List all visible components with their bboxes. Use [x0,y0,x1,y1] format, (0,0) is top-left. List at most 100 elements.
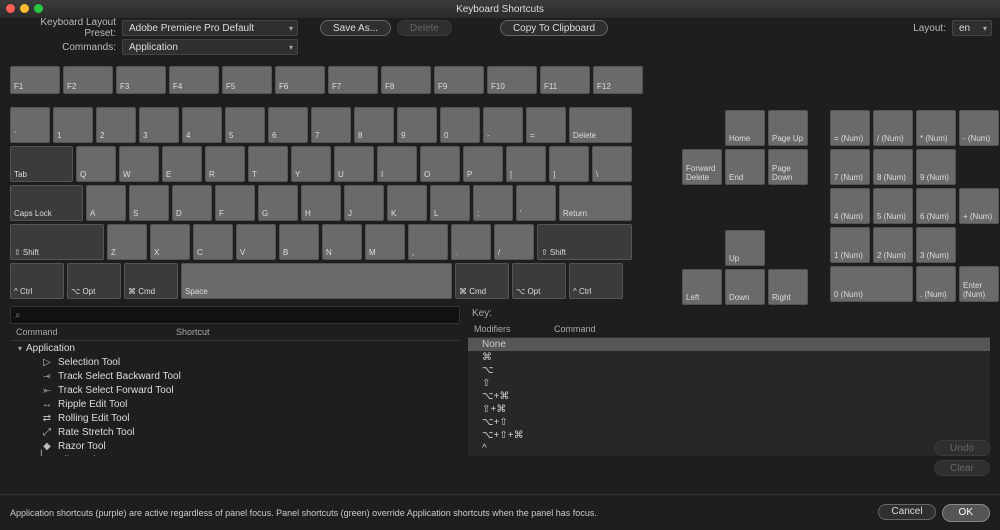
key--[interactable]: , [408,224,448,260]
tree-item[interactable]: ↔Ripple Edit Tool [10,397,460,411]
key-page-up[interactable]: Page Up [768,110,808,146]
modifier-row[interactable]: ⌥+⇧+⌘ [468,429,990,442]
key-f1[interactable]: F1 [10,66,60,94]
key--cmd[interactable]: ⌘ Cmd [455,263,509,299]
key-6-num-[interactable]: 6 (Num) [916,188,956,224]
key-j[interactable]: J [344,185,384,221]
key-home[interactable]: Home [725,110,765,146]
key-1[interactable]: 1 [53,107,93,143]
tree-item[interactable]: ⇄Rolling Edit Tool [10,411,460,425]
key-e[interactable]: E [162,146,202,182]
key-7[interactable]: 7 [311,107,351,143]
key-down[interactable]: Down [725,269,765,305]
key-0-num-[interactable]: 0 (Num) [830,266,913,302]
key--cmd[interactable]: ⌘ Cmd [124,263,178,299]
key-right[interactable]: Right [768,269,808,305]
key-3[interactable]: 3 [139,107,179,143]
key-f11[interactable]: F11 [540,66,590,94]
key-delete[interactable]: Delete [569,107,632,143]
key-2-num-[interactable]: 2 (Num) [873,227,913,263]
key-m[interactable]: M [365,224,405,260]
key-f10[interactable]: F10 [487,66,537,94]
tree-item[interactable]: ◆Razor Tool [10,439,460,453]
key--[interactable]: [ [506,146,546,182]
key--num-[interactable]: . (Num) [916,266,956,302]
command-tree[interactable]: ▾Application▷Selection Tool⤛Track Select… [10,341,460,456]
commands-dropdown[interactable]: Application [122,39,298,55]
key-b[interactable]: B [279,224,319,260]
key-d[interactable]: D [172,185,212,221]
key--num-[interactable]: = (Num) [830,110,870,146]
key--[interactable]: = [526,107,566,143]
key-enter-num-[interactable]: Enter (Num) [959,266,999,302]
key--[interactable]: . [451,224,491,260]
key-f8[interactable]: F8 [381,66,431,94]
modifier-row[interactable]: ⌘ [468,351,990,364]
key-f[interactable]: F [215,185,255,221]
key-4-num-[interactable]: 4 (Num) [830,188,870,224]
search-input[interactable]: ⌕ [10,306,460,324]
key-s[interactable]: S [129,185,169,221]
key--[interactable]: / [494,224,534,260]
tree-item[interactable]: |↔|Slip Tool [10,453,460,456]
key-y[interactable]: Y [291,146,331,182]
key-f9[interactable]: F9 [434,66,484,94]
undo-button[interactable]: Undo [934,440,990,456]
tree-item[interactable]: ▷Selection Tool [10,355,460,369]
key-5-num-[interactable]: 5 (Num) [873,188,913,224]
key--[interactable]: ; [473,185,513,221]
delete-button[interactable]: Delete [397,20,452,36]
modifier-row[interactable]: ⌥ [468,364,990,377]
key-i[interactable]: I [377,146,417,182]
key--shift[interactable]: ⇧ Shift [537,224,632,260]
key-space[interactable]: Space [181,263,452,299]
key-caps-lock[interactable]: Caps Lock [10,185,83,221]
key-o[interactable]: O [420,146,460,182]
key-f5[interactable]: F5 [222,66,272,94]
key-8-num-[interactable]: 8 (Num) [873,149,913,185]
key-f3[interactable]: F3 [116,66,166,94]
ok-button[interactable]: OK [942,504,990,522]
key-2[interactable]: 2 [96,107,136,143]
modifier-row[interactable]: ⌥+⌘ [468,390,990,403]
key--num-[interactable]: + (Num) [959,188,999,224]
key--[interactable]: ` [10,107,50,143]
key--opt[interactable]: ⌥ Opt [67,263,121,299]
modifier-row[interactable]: ⇧+⌘ [468,403,990,416]
key-8[interactable]: 8 [354,107,394,143]
modifier-row[interactable]: ^ [468,442,990,455]
clear-button[interactable]: Clear [934,460,990,476]
key--num-[interactable]: * (Num) [916,110,956,146]
key-p[interactable]: P [463,146,503,182]
key-w[interactable]: W [119,146,159,182]
key-0[interactable]: 0 [440,107,480,143]
key-f12[interactable]: F12 [593,66,643,94]
key--ctrl[interactable]: ^ Ctrl [569,263,623,299]
key--[interactable]: ' [516,185,556,221]
key-g[interactable]: G [258,185,298,221]
key-end[interactable]: End [725,149,765,185]
key-c[interactable]: C [193,224,233,260]
key-f7[interactable]: F7 [328,66,378,94]
key-n[interactable]: N [322,224,362,260]
key-k[interactable]: K [387,185,427,221]
key-f6[interactable]: F6 [275,66,325,94]
key-t[interactable]: T [248,146,288,182]
tree-root[interactable]: ▾Application [10,341,460,355]
key-v[interactable]: V [236,224,276,260]
close-icon[interactable] [6,4,15,13]
cancel-button[interactable]: Cancel [878,504,935,520]
maximize-icon[interactable] [34,4,43,13]
modifier-row[interactable]: ⌥+⇧ [468,416,990,429]
key-r[interactable]: R [205,146,245,182]
key-4[interactable]: 4 [182,107,222,143]
key--opt[interactable]: ⌥ Opt [512,263,566,299]
key-left[interactable]: Left [682,269,722,305]
key-5[interactable]: 5 [225,107,265,143]
key--[interactable]: ] [549,146,589,182]
tree-item[interactable]: ⤢Rate Stretch Tool [10,425,460,439]
key-u[interactable]: U [334,146,374,182]
key-7-num-[interactable]: 7 (Num) [830,149,870,185]
key-9[interactable]: 9 [397,107,437,143]
key--num-[interactable]: - (Num) [959,110,999,146]
